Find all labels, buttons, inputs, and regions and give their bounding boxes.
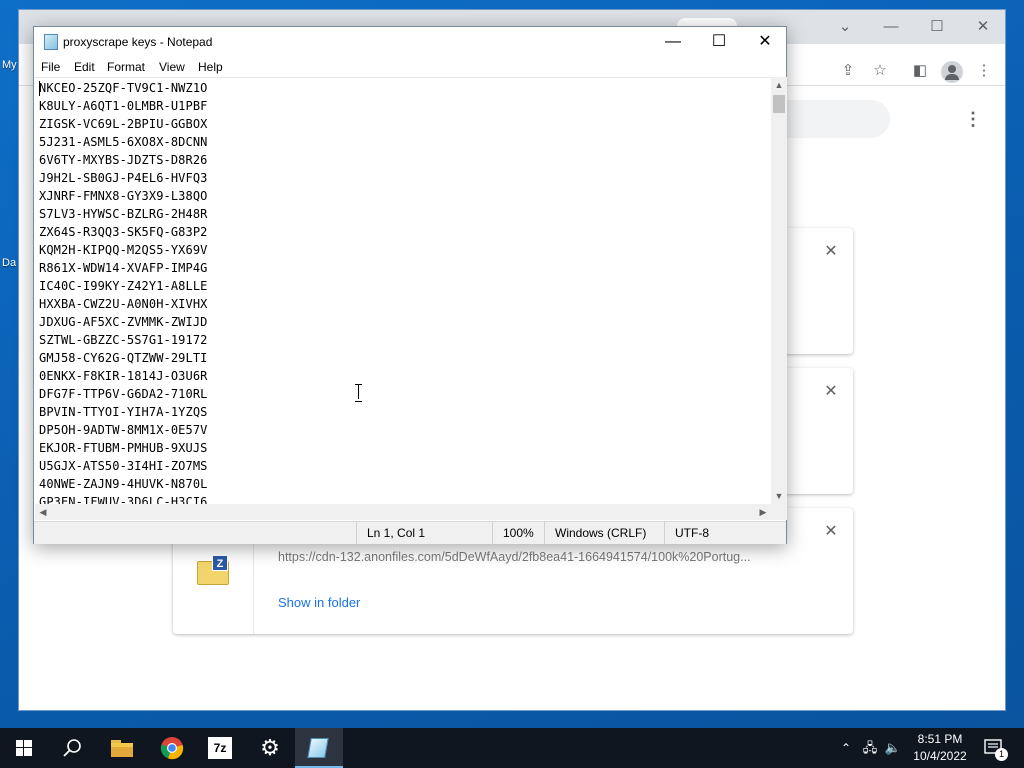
text-editor[interactable]: NKCEO-25ZQF-TV9C1-NWZ1O K8ULY-A6QT1-0LMBR… (35, 77, 771, 504)
text-line[interactable]: J9H2L-SB0GJ-P4EL6-HVFQ3 (39, 169, 207, 187)
notepad-taskbar-button[interactable] (295, 728, 343, 768)
vertical-scrollbar[interactable]: ▲ ▼ (771, 77, 787, 504)
chevron-down-icon[interactable]: ⌄ (831, 15, 859, 39)
taskbar: 7z ⚙ ⌃ 🖧 🔈 8:51 PM 10/4/2022 1 (0, 728, 1024, 768)
text-line[interactable]: GMJ58-CY62G-QTZWW-29LTI (39, 349, 207, 367)
text-line[interactable]: R861X-WDW14-XVAFP-IMP4G (39, 259, 207, 277)
editor-text[interactable]: NKCEO-25ZQF-TV9C1-NWZ1O K8ULY-A6QT1-0LMBR… (39, 79, 207, 504)
status-cursor-position: Ln 1, Col 1 (356, 522, 492, 544)
text-line[interactable]: EKJOR-FTUBM-PMHUB-9XUJS (39, 439, 207, 457)
menu-help[interactable]: Help (198, 60, 223, 74)
clock-date: 10/4/2022 (913, 749, 967, 763)
menu-view[interactable]: View (159, 60, 185, 74)
horizontal-scrollbar[interactable]: ◀ ▶ (35, 504, 771, 520)
menu-format[interactable]: Format (107, 60, 145, 74)
menu-bar: File Edit Format View Help (34, 57, 786, 77)
text-line[interactable]: DFG7F-TTP6V-G6DA2-710RL (39, 385, 207, 403)
text-line[interactable]: K8ULY-A6QT1-0LMBR-U1PBF (39, 97, 207, 115)
7zip-icon: 7z (208, 737, 232, 759)
text-line[interactable]: BPVIN-TTYOI-YIH7A-1YZQS (39, 403, 207, 421)
text-line[interactable]: KQM2H-KIPQQ-M2QS5-YX69V (39, 241, 207, 259)
minimize-button[interactable]: — (650, 27, 696, 57)
close-icon[interactable]: ✕ (821, 522, 841, 542)
scrollbar-corner (771, 504, 787, 520)
chrome-icon (160, 737, 184, 760)
notepad-titlebar[interactable]: proxyscrape keys - Notepad — ☐ ✕ (34, 27, 786, 57)
clock-time: 8:51 PM (917, 732, 963, 746)
show-in-folder-link[interactable]: Show in folder (278, 595, 360, 610)
status-zoom: 100% (492, 522, 544, 544)
scroll-down-icon[interactable]: ▼ (771, 488, 787, 504)
status-bar: Ln 1, Col 1 100% Windows (CRLF) UTF-8 (34, 521, 786, 544)
text-line[interactable]: DP5OH-9ADTW-8MM1X-0E57V (39, 421, 207, 439)
folder-icon (111, 740, 133, 757)
text-line[interactable]: ZX64S-R3QQ3-SK5FQ-G83P2 (39, 223, 207, 241)
text-line[interactable]: JDXUG-AF5XC-ZVMMK-ZWIJD (39, 313, 207, 331)
scroll-up-icon[interactable]: ▲ (771, 77, 787, 93)
text-caret (39, 81, 40, 96)
search-icon (63, 739, 81, 757)
download-url[interactable]: https://cdn-132.anonfiles.com/5dDeWfAayd… (278, 550, 778, 564)
profile-avatar[interactable] (941, 61, 963, 83)
text-line[interactable]: ZIGSK-VC69L-2BPIU-GGBOX (39, 115, 207, 133)
share-icon[interactable]: ⇪ (837, 60, 859, 82)
text-line[interactable]: SZTWL-GBZZC-5S7G1-19172 (39, 331, 207, 349)
text-line[interactable]: NKCEO-25ZQF-TV9C1-NWZ1O (39, 79, 207, 97)
notification-count-badge: 1 (995, 748, 1008, 761)
vertical-scroll-thumb[interactable] (773, 95, 785, 113)
menu-edit[interactable]: Edit (74, 60, 95, 74)
maximize-button[interactable]: ☐ (923, 15, 951, 39)
clock[interactable]: 8:51 PM 10/4/2022 (905, 731, 975, 765)
7zip-button[interactable]: 7z (196, 728, 244, 768)
chrome-button[interactable] (148, 728, 196, 768)
text-line[interactable]: 40NWE-ZAJN9-4HUVK-N870L (39, 475, 207, 493)
archive-badge: Z (212, 555, 228, 571)
chevron-up-icon[interactable]: ⌃ (838, 728, 854, 768)
notepad-window: proxyscrape keys - Notepad — ☐ ✕ File Ed… (33, 26, 787, 544)
maximize-button[interactable]: ☐ (696, 27, 742, 57)
network-icon[interactable]: 🖧 (861, 728, 879, 768)
close-icon[interactable]: ✕ (821, 382, 841, 402)
start-button[interactable] (0, 728, 48, 768)
scroll-right-icon[interactable]: ▶ (755, 504, 771, 520)
text-line[interactable]: IC40C-I99KY-Z42Y1-A8LLE (39, 277, 207, 295)
side-panel-icon[interactable]: ◧ (909, 60, 931, 82)
close-button[interactable]: ✕ (742, 27, 788, 57)
notepad-icon (44, 34, 58, 50)
menu-file[interactable]: File (41, 60, 60, 74)
text-line[interactable]: S7LV3-HYWSC-BZLRG-2H48R (39, 205, 207, 223)
gear-icon: ⚙ (260, 735, 280, 760)
text-line[interactable]: XJNRF-FMNX8-GY3X9-L38QO (39, 187, 207, 205)
text-line[interactable]: U5GJX-ATS50-3I4HI-ZO7MS (39, 457, 207, 475)
status-encoding: UTF-8 (664, 522, 784, 544)
close-button[interactable]: ✕ (969, 15, 997, 39)
scroll-left-icon[interactable]: ◀ (35, 504, 51, 520)
window-title: proxyscrape keys - Notepad (63, 35, 213, 49)
notification-button[interactable]: 1 (982, 728, 1008, 768)
file-explorer-button[interactable] (98, 728, 146, 768)
desktop-icon-label[interactable]: Da (2, 257, 16, 269)
notepad-icon (307, 738, 329, 758)
text-line[interactable]: GP3EN-IFWUV-3D6LC-H3CI6 (39, 493, 207, 504)
downloads-more-icon[interactable]: ⋮ (963, 109, 983, 129)
text-line[interactable]: 6V6TY-MXYBS-JDZTS-D8R26 (39, 151, 207, 169)
windows-logo-icon (16, 740, 32, 756)
minimize-button[interactable]: — (877, 15, 905, 39)
volume-icon[interactable]: 🔈 (884, 728, 902, 768)
desktop-icon-label[interactable]: My (2, 59, 17, 71)
status-line-ending: Windows (CRLF) (544, 522, 664, 544)
ibeam-cursor-icon (355, 384, 363, 402)
bookmark-star-icon[interactable]: ☆ (869, 60, 891, 82)
search-button[interactable] (48, 728, 96, 768)
settings-button[interactable]: ⚙ (246, 728, 294, 768)
text-line[interactable]: HXXBA-CWZ2U-A0N0H-XIVHX (39, 295, 207, 313)
text-line[interactable]: 0ENKX-F8KIR-1814J-O3U6R (39, 367, 207, 385)
chrome-menu-icon[interactable]: ⋮ (973, 60, 995, 82)
archive-file-icon: Z (197, 555, 229, 585)
text-line[interactable]: 5J231-ASML5-6XO8X-8DCNN (39, 133, 207, 151)
close-icon[interactable]: ✕ (821, 242, 841, 262)
